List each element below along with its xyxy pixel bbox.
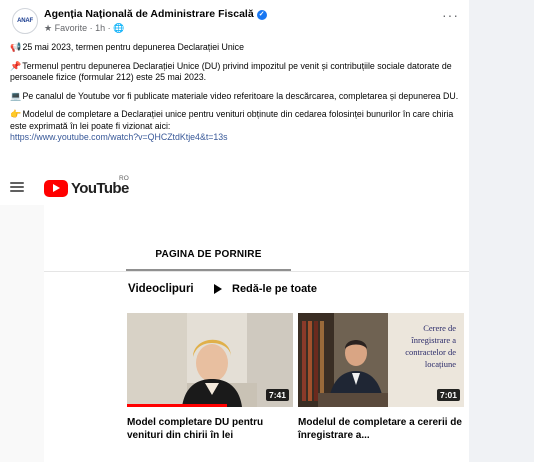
play-all-label: Redă-le pe toate bbox=[232, 283, 317, 295]
star-icon: ★ bbox=[44, 23, 53, 33]
youtube-link-preview[interactable]: YouTube RO PAGINA DE PORNIRE Videoclipur… bbox=[0, 171, 469, 462]
play-icon bbox=[214, 284, 222, 294]
post-paragraph-1: 📢 25 mai 2023, termen pentru depunerea D… bbox=[10, 42, 462, 54]
youtube-logo[interactable]: YouTube bbox=[44, 178, 129, 198]
watch-progress-bar bbox=[127, 404, 227, 407]
post-header: ANAF Agenția Națională de Administrare F… bbox=[8, 6, 463, 36]
page-avatar[interactable]: ANAF bbox=[12, 8, 38, 34]
video-thumbnail[interactable]: Cerere de înregistrare a contractelor de… bbox=[298, 313, 464, 407]
tabs-divider bbox=[44, 271, 469, 272]
video-duration: 7:41 bbox=[265, 389, 289, 401]
post-paragraph-text: Termenul pentru depunerea Declarației Un… bbox=[10, 60, 452, 83]
anaf-logo: ANAF bbox=[17, 18, 33, 24]
section-title: Videoclipuri bbox=[128, 283, 194, 295]
facebook-post-card: ANAF Agenția Națională de Administrare F… bbox=[0, 0, 469, 462]
page-name: Agenția Națională de Administrare Fiscal… bbox=[44, 8, 254, 20]
youtube-channel-page: PAGINA DE PORNIRE Videoclipuri Redă-le p… bbox=[44, 205, 469, 462]
post-meta: ★ Favorite · 1h · 🌐 bbox=[44, 23, 124, 34]
youtube-wordmark: YouTube bbox=[71, 179, 129, 197]
video-duration: 7:01 bbox=[436, 389, 460, 401]
pointing-hand-icon: 👉 bbox=[10, 109, 22, 119]
post-paragraph-text: Modelul de completare a Declarației unic… bbox=[10, 109, 454, 131]
post-paragraph-3: 💻 Pe canalul de Youtube vor fi publicate… bbox=[10, 91, 462, 103]
youtube-play-icon bbox=[44, 179, 68, 197]
play-all-button[interactable]: Redă-le pe toate bbox=[214, 283, 317, 295]
more-options-button[interactable]: ··· bbox=[442, 8, 459, 22]
post-paragraph-text: 25 mai 2023, termen pentru depunerea Dec… bbox=[22, 42, 244, 52]
feed-right-gutter bbox=[469, 0, 534, 462]
post-meta-text: Favorite · 1h · bbox=[54, 23, 114, 33]
youtube-link[interactable]: https://www.youtube.com/watch?v=QHCZtdKt… bbox=[10, 132, 228, 142]
video-title[interactable]: Modelul de completare a cererii de înreg… bbox=[298, 416, 464, 442]
post-paragraph-text: Pe canalul de Youtube vor fi publicate m… bbox=[22, 90, 459, 101]
thumbnail-overlay-line: înregistrare a bbox=[410, 335, 456, 345]
video-thumbnail[interactable]: 7:41 bbox=[127, 313, 293, 407]
hamburger-menu-icon[interactable] bbox=[10, 182, 24, 192]
megaphone-icon: 📢 bbox=[10, 42, 22, 52]
page-name-link[interactable]: Agenția Națională de Administrare Fiscal… bbox=[44, 8, 267, 20]
pushpin-icon: 📌 bbox=[10, 60, 22, 71]
thumbnail-overlay-line: contractelor de bbox=[405, 347, 456, 357]
youtube-header: YouTube RO bbox=[0, 171, 469, 205]
post-paragraph-4: 👉 Modelul de completare a Declarației un… bbox=[10, 109, 462, 144]
video-title[interactable]: Model completare DU pentru venituri din … bbox=[127, 416, 293, 442]
laptop-icon: 💻 bbox=[10, 90, 22, 101]
video-card-2[interactable]: Cerere de înregistrare a contractelor de… bbox=[298, 313, 464, 442]
region-code: RO bbox=[119, 175, 129, 182]
thumbnail-overlay-line: Cerere de bbox=[423, 323, 456, 333]
video-card-1[interactable]: 7:41 Model completare DU pentru venituri… bbox=[127, 313, 293, 442]
thumbnail-overlay-line: locațiune bbox=[425, 359, 456, 369]
post-paragraph-2: 📌 Termenul pentru depunerea Declarației … bbox=[10, 61, 462, 84]
post-body: 📢 25 mai 2023, termen pentru depunerea D… bbox=[10, 42, 462, 151]
globe-icon: 🌐 bbox=[113, 23, 125, 33]
tab-home[interactable]: PAGINA DE PORNIRE bbox=[126, 249, 291, 260]
verified-badge-icon: ✓ bbox=[256, 10, 267, 20]
